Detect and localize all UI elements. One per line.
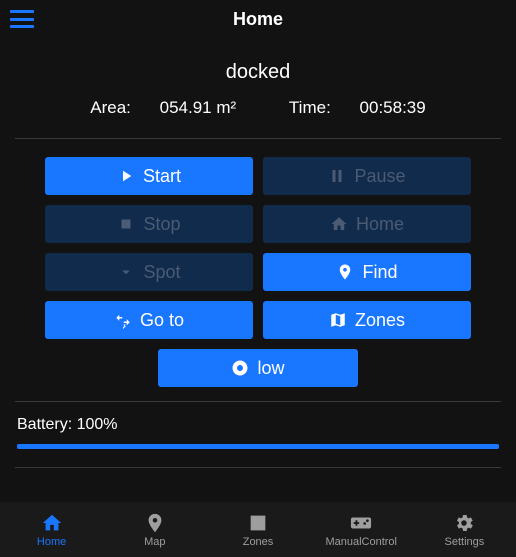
tab-manual-label: ManualControl [325, 536, 397, 548]
divider [15, 467, 501, 468]
find-button[interactable]: Find [263, 253, 471, 291]
stats-row: Area: 054.91 m² Time: 00:58:39 [15, 98, 501, 118]
home-icon [41, 512, 63, 534]
fanspeed-label: low [257, 358, 284, 379]
stop-label: Stop [143, 214, 180, 235]
pause-icon [328, 167, 346, 185]
gamepad-icon [350, 512, 372, 534]
stop-button: Stop [45, 205, 253, 243]
divider [15, 138, 501, 139]
divider [15, 401, 501, 402]
spot-button: Spot [45, 253, 253, 291]
tab-map[interactable]: Map [103, 502, 206, 557]
start-button[interactable]: Start [45, 157, 253, 195]
tab-settings[interactable]: Settings [413, 502, 516, 557]
tab-home[interactable]: Home [0, 502, 103, 557]
caret-down-icon [117, 263, 135, 281]
goto-label: Go to [140, 310, 184, 331]
stop-icon [117, 215, 135, 233]
pin-icon [336, 263, 354, 281]
main-content: docked Area: 054.91 m² Time: 00:58:39 St… [0, 38, 516, 502]
pause-button: Pause [263, 157, 471, 195]
start-label: Start [143, 166, 181, 187]
area-stat: Area: 054.91 m² [78, 98, 248, 117]
fan-icon [231, 359, 249, 377]
button-grid: Start Pause Stop Home Spot Find Go to Z [15, 143, 501, 397]
home-button: Home [263, 205, 471, 243]
header: Home [0, 0, 516, 38]
tab-zones-label: Zones [243, 536, 274, 548]
battery-fill [17, 444, 499, 449]
tab-manual[interactable]: ManualControl [310, 502, 413, 557]
tabbar: Home Map Zones ManualControl Settings [0, 502, 516, 557]
status-text: docked [15, 61, 501, 84]
play-icon [117, 167, 135, 185]
zones-button[interactable]: Zones [263, 301, 471, 339]
fanspeed-button[interactable]: low [158, 349, 358, 387]
tab-home-label: Home [37, 536, 66, 548]
pin-icon [144, 512, 166, 534]
directions-icon [114, 311, 132, 329]
tab-settings-label: Settings [445, 536, 485, 548]
menu-icon[interactable] [10, 10, 34, 28]
pause-label: Pause [354, 166, 405, 187]
home-label: Home [356, 214, 404, 235]
battery-bar [17, 444, 499, 449]
tab-zones[interactable]: Zones [206, 502, 309, 557]
page-title: Home [233, 9, 283, 30]
map-icon [329, 311, 347, 329]
spot-label: Spot [143, 262, 180, 283]
gear-icon [453, 512, 475, 534]
home-icon [330, 215, 348, 233]
time-stat: Time: 00:58:39 [277, 98, 438, 117]
goto-button[interactable]: Go to [45, 301, 253, 339]
tab-map-label: Map [144, 536, 165, 548]
share-icon [247, 512, 269, 534]
find-label: Find [362, 262, 397, 283]
zones-label: Zones [355, 310, 405, 331]
battery-section: Battery: 100% [15, 406, 501, 449]
battery-text: Battery: 100% [17, 416, 499, 434]
